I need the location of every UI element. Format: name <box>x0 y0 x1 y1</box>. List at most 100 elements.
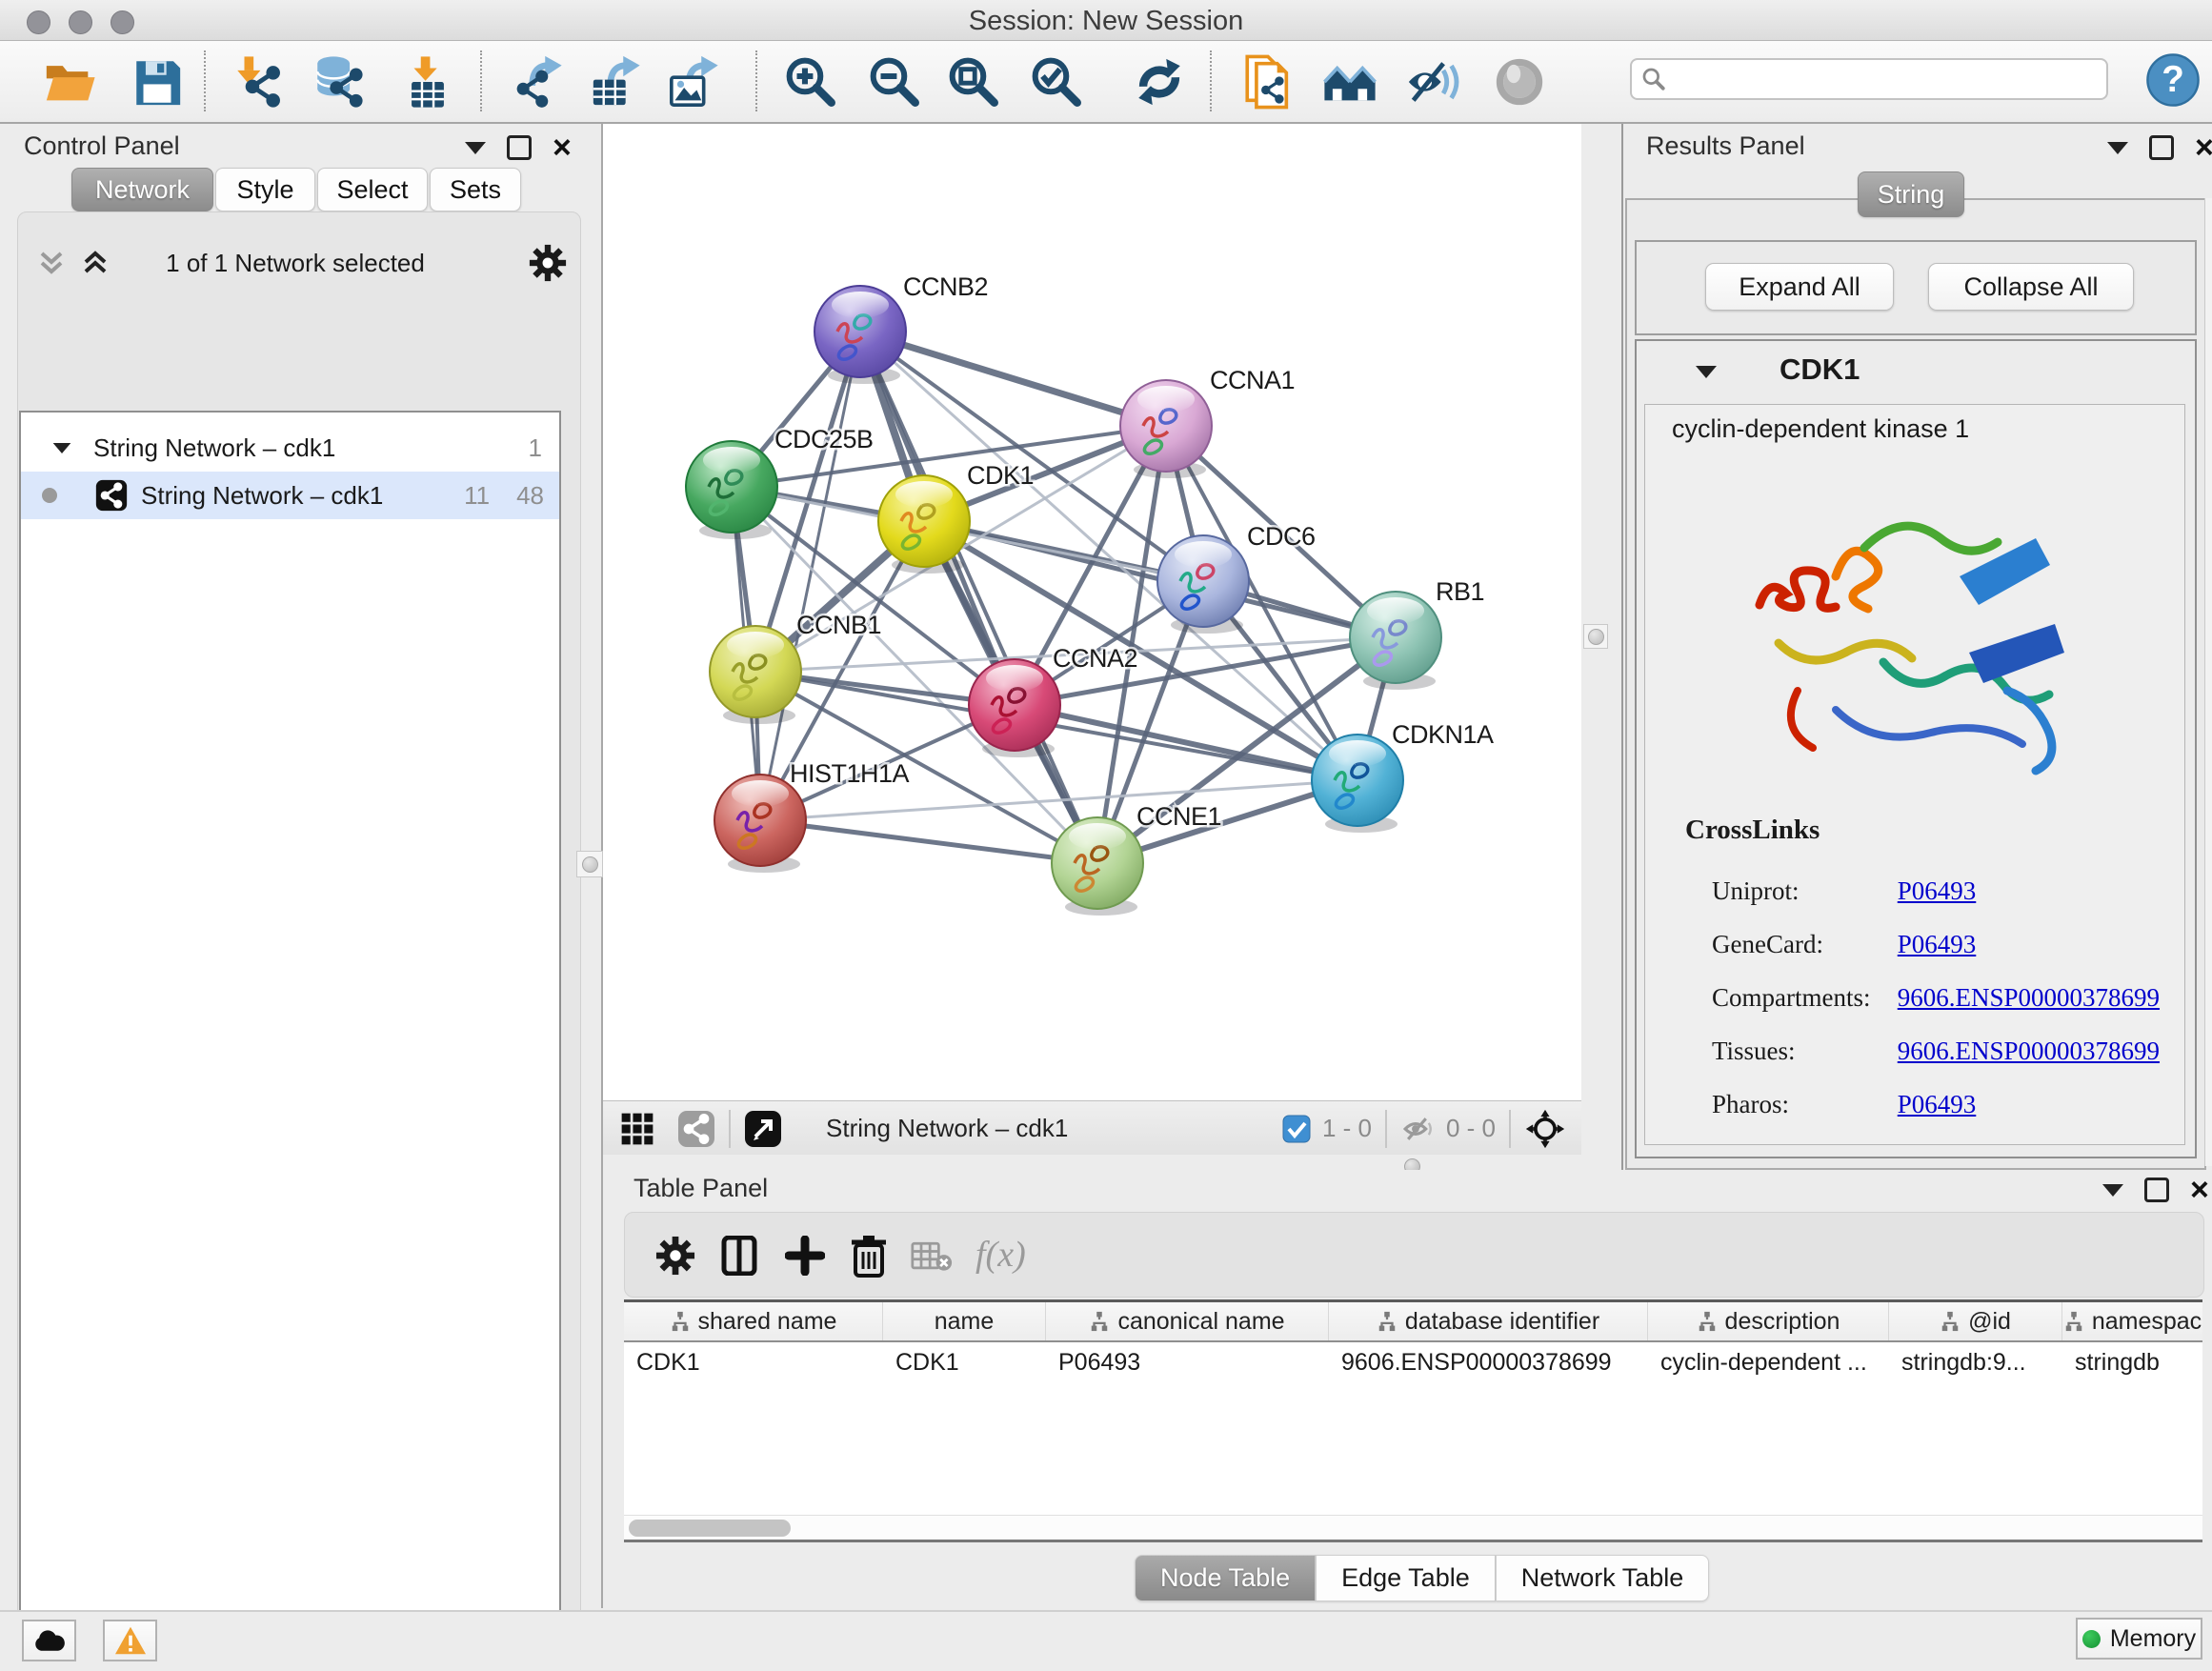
collapse-all-button[interactable]: Collapse All <box>1928 263 2134 311</box>
delete-trash-icon[interactable] <box>850 1234 888 1278</box>
tab-select[interactable]: Select <box>317 168 428 211</box>
left-splitter-grip[interactable] <box>576 851 603 877</box>
tab-string[interactable]: String <box>1858 171 1964 217</box>
zoom-in-icon[interactable] <box>783 54 838 110</box>
search-input[interactable] <box>1666 65 2097 94</box>
network-edge[interactable] <box>860 332 1166 426</box>
network-options-gear-icon[interactable] <box>529 244 567 282</box>
right-splitter-grip[interactable] <box>1583 624 1608 649</box>
panel-close-icon[interactable]: × <box>2195 138 2212 157</box>
network-node-CDKN1A[interactable]: CDKN1A <box>1312 720 1494 833</box>
export-image-icon[interactable] <box>667 54 722 110</box>
tab-node-table[interactable]: Node Table <box>1135 1555 1316 1601</box>
column-header[interactable]: canonical name <box>1046 1302 1329 1340</box>
panel-float-icon[interactable] <box>465 142 486 154</box>
table-hscrollbar[interactable] <box>624 1515 2202 1540</box>
panel-close-icon[interactable]: × <box>553 138 572 157</box>
open-folder-icon[interactable] <box>42 54 97 110</box>
network-collection-row[interactable]: String Network – cdk1 1 <box>21 424 559 472</box>
network-view-share-icon[interactable] <box>677 1110 715 1148</box>
panel-maximize-icon[interactable] <box>507 135 532 160</box>
network-node-RB1[interactable]: RB1 <box>1350 577 1484 690</box>
column-fork-icon <box>1697 1311 1718 1332</box>
table-cell[interactable]: CDK1 <box>883 1342 1046 1382</box>
tab-network[interactable]: Network <box>71 168 213 211</box>
table-header-row: shared name name canonical name database… <box>624 1302 2202 1342</box>
refresh-icon[interactable] <box>1132 54 1187 110</box>
grid-view-icon[interactable] <box>618 1110 656 1148</box>
table-cell[interactable]: stringdb <box>2062 1342 2202 1382</box>
selected-checkbox-icon[interactable] <box>1282 1115 1311 1143</box>
column-header[interactable]: namespac <box>2062 1302 2202 1340</box>
search-field[interactable] <box>1630 58 2108 100</box>
import-network-icon[interactable] <box>231 54 286 110</box>
panel-close-icon[interactable]: × <box>2190 1180 2209 1199</box>
table-cell[interactable]: 9606.ENSP00000378699 <box>1329 1342 1648 1382</box>
save-icon[interactable] <box>130 54 185 110</box>
cloud-button[interactable] <box>22 1620 76 1661</box>
panel-maximize-icon[interactable] <box>2149 135 2174 160</box>
crosslink-value-link[interactable]: P06493 <box>1898 930 1977 958</box>
tab-style[interactable]: Style <box>215 168 315 211</box>
delete-table-icon <box>911 1241 953 1272</box>
table-row[interactable]: CDK1 CDK1 P06493 9606.ENSP00000378699 cy… <box>624 1342 2202 1382</box>
table-cell[interactable]: CDK1 <box>624 1342 883 1382</box>
export-network-icon[interactable] <box>511 54 566 110</box>
table-cell[interactable]: cyclin-dependent ... <box>1648 1342 1889 1382</box>
tab-edge-table[interactable]: Edge Table <box>1316 1555 1496 1601</box>
zoom-selected-icon[interactable] <box>1029 54 1084 110</box>
tab-network-table[interactable]: Network Table <box>1496 1555 1710 1601</box>
import-table-icon[interactable] <box>400 54 455 110</box>
crosslink-value-link[interactable]: P06493 <box>1898 1090 1977 1118</box>
network-canvas[interactable]: CCNB2CCNA1CDC25BCDK1CDC6RB1CCNB1CCNA2CDK… <box>603 124 1581 1100</box>
collapse-all-chevrons-icon[interactable] <box>78 246 112 280</box>
zoom-fit-icon[interactable] <box>946 54 1001 110</box>
string-results-box: Expand All Collapse All CDK1 cyclin-depe… <box>1625 198 2206 1170</box>
help-icon[interactable]: ? <box>2145 52 2201 108</box>
document-network-icon[interactable] <box>1240 54 1296 110</box>
homes-icon[interactable] <box>1322 54 1377 110</box>
warnings-button[interactable] <box>103 1620 157 1661</box>
column-header[interactable]: description <box>1648 1302 1889 1340</box>
node-label-CCNE1: CCNE1 <box>1136 802 1221 831</box>
network-node-CDC6[interactable]: CDC6 <box>1157 522 1316 634</box>
column-header[interactable]: database identifier <box>1329 1302 1648 1340</box>
hide-eye-icon[interactable] <box>1404 54 1459 110</box>
network-graph[interactable]: CCNB2CCNA1CDC25BCDK1CDC6RB1CCNB1CCNA2CDK… <box>603 124 1581 1100</box>
add-icon[interactable] <box>785 1236 825 1276</box>
expand-all-chevrons-icon[interactable] <box>34 246 69 280</box>
crosslink-value-link[interactable]: P06493 <box>1898 876 1977 905</box>
network-edge[interactable] <box>760 820 1097 863</box>
open-view-icon[interactable] <box>744 1110 782 1148</box>
export-table-icon[interactable] <box>589 54 644 110</box>
panel-maximize-icon[interactable] <box>2144 1178 2169 1202</box>
tree-expand-icon[interactable] <box>53 442 71 453</box>
crosslink-value-link[interactable]: 9606.ENSP00000378699 <box>1898 1037 2160 1065</box>
table-cell[interactable]: P06493 <box>1046 1342 1329 1382</box>
table-cell[interactable]: stringdb:9... <box>1889 1342 2062 1382</box>
zoom-out-icon[interactable] <box>867 54 922 110</box>
table-panel-header-icons: × <box>2102 1178 2209 1202</box>
panel-float-icon[interactable] <box>2107 142 2128 154</box>
tab-sets[interactable]: Sets <box>430 168 521 211</box>
network-row-selected[interactable]: String Network – cdk1 11 48 <box>21 472 559 519</box>
network-node-CDK1[interactable]: CDK1 <box>878 461 1034 574</box>
fit-content-crosshair-icon[interactable] <box>1524 1108 1566 1150</box>
netbar-separator <box>1385 1110 1387 1148</box>
expand-all-button[interactable]: Expand All <box>1705 263 1894 311</box>
column-header[interactable]: name <box>883 1302 1046 1340</box>
crosslink-value-link[interactable]: 9606.ENSP00000378699 <box>1898 983 2160 1012</box>
gene-collapse-icon[interactable] <box>1696 366 1717 378</box>
column-header[interactable]: shared name <box>624 1302 883 1340</box>
sphere-icon[interactable] <box>1492 54 1547 110</box>
table-hscrollbar-thumb[interactable] <box>629 1520 791 1537</box>
results-scrollbar-track[interactable] <box>2204 198 2212 1166</box>
panel-float-icon[interactable] <box>2102 1184 2123 1197</box>
columns-icon[interactable] <box>720 1236 758 1276</box>
import-database-icon[interactable] <box>311 54 366 110</box>
memory-button[interactable]: Memory <box>2076 1618 2202 1660</box>
network-selected-status: 1 of 1 Network selected <box>114 249 476 278</box>
column-header[interactable]: @id <box>1889 1302 2062 1340</box>
node-table: shared name name canonical name database… <box>624 1299 2202 1516</box>
table-gear-icon[interactable] <box>655 1236 695 1276</box>
